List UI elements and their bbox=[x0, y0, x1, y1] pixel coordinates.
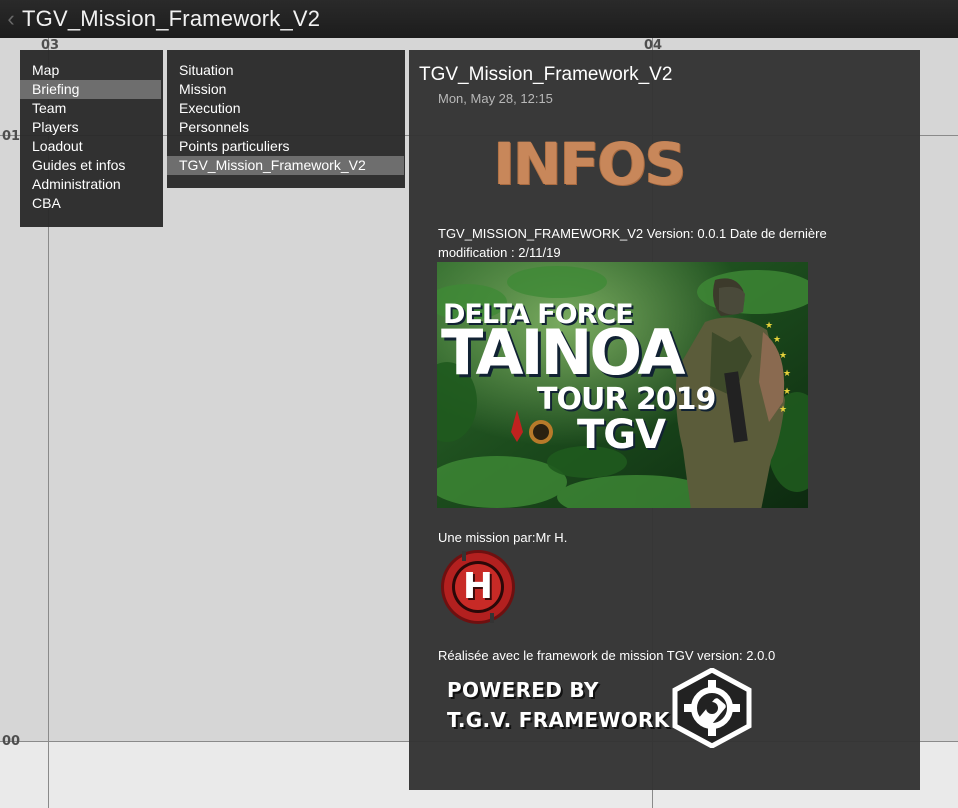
chevron-left-icon[interactable]: ‹ bbox=[0, 0, 22, 38]
tgv-framework-text: T.G.V. FRAMEWORK bbox=[447, 708, 670, 732]
mr-h-logo: H bbox=[438, 547, 518, 627]
svg-text:★: ★ bbox=[765, 321, 773, 331]
mr-h-logo-letter: H bbox=[462, 566, 494, 607]
submenu-item-personnels[interactable]: Personnels bbox=[167, 118, 405, 137]
menu-item-team[interactable]: Team bbox=[20, 99, 163, 118]
infos-logo: INFOS bbox=[489, 134, 689, 194]
window-title: TGV_Mission_Framework_V2 bbox=[22, 6, 321, 31]
version-text: TGV_MISSION_FRAMEWORK_V2 Version: 0.0.1 … bbox=[438, 226, 827, 260]
framework-version-text: Réalisée avec le framework de mission TG… bbox=[438, 648, 776, 663]
briefing-content-panel[interactable]: TGV_Mission_Framework_V2 Mon, May 28, 12… bbox=[409, 50, 920, 790]
menu-item-briefing[interactable]: Briefing bbox=[20, 80, 161, 99]
content-title: TGV_Mission_Framework_V2 bbox=[419, 64, 673, 85]
powered-by-text: POWERED BY bbox=[447, 678, 599, 702]
content-date: Mon, May 28, 12:15 bbox=[438, 91, 553, 106]
menu-item-loadout[interactable]: Loadout bbox=[20, 137, 163, 156]
submenu-item-execution[interactable]: Execution bbox=[167, 99, 405, 118]
banner-line-tainoa: TAINOA bbox=[441, 316, 685, 389]
submenu-item-framework[interactable]: TGV_Mission_Framework_V2 bbox=[167, 156, 404, 175]
svg-text:★: ★ bbox=[773, 335, 781, 345]
submenu-item-situation[interactable]: Situation bbox=[167, 61, 405, 80]
powered-by-tgv-logo: POWERED BY T.G.V. FRAMEWORK bbox=[443, 668, 763, 748]
svg-text:★: ★ bbox=[779, 405, 787, 415]
mission-banner-image: ★ ★ ★ ★ ★ ★ DELTA FORCE TAINOA TOUR 2019 TGV bbox=[437, 262, 808, 508]
submenu-item-points-particuliers[interactable]: Points particuliers bbox=[167, 137, 405, 156]
author-text: Une mission par:Mr H. bbox=[438, 530, 568, 545]
svg-text:★: ★ bbox=[783, 369, 791, 379]
briefing-main-menu: Map Briefing Team Players Loadout Guides… bbox=[20, 50, 163, 227]
title-bar: ‹ TGV_Mission_Framework_V2 bbox=[0, 0, 958, 38]
svg-text:★: ★ bbox=[783, 387, 791, 397]
submenu-item-mission[interactable]: Mission bbox=[167, 80, 405, 99]
menu-item-cba[interactable]: CBA bbox=[20, 194, 163, 213]
gear-wrench-icon bbox=[672, 668, 752, 748]
banner-line-tgv: TGV bbox=[577, 412, 666, 458]
menu-item-map[interactable]: Map bbox=[20, 61, 163, 80]
menu-item-players[interactable]: Players bbox=[20, 118, 163, 137]
menu-item-guides[interactable]: Guides et infos bbox=[20, 156, 163, 175]
svg-text:★: ★ bbox=[779, 351, 787, 361]
menu-item-administration[interactable]: Administration bbox=[20, 175, 163, 194]
grid-label-00: 00 bbox=[2, 734, 21, 749]
briefing-sub-menu: Situation Mission Execution Personnels P… bbox=[167, 50, 405, 188]
grid-label-01: 01 bbox=[2, 129, 21, 144]
infos-logo-text: INFOS bbox=[493, 130, 687, 198]
